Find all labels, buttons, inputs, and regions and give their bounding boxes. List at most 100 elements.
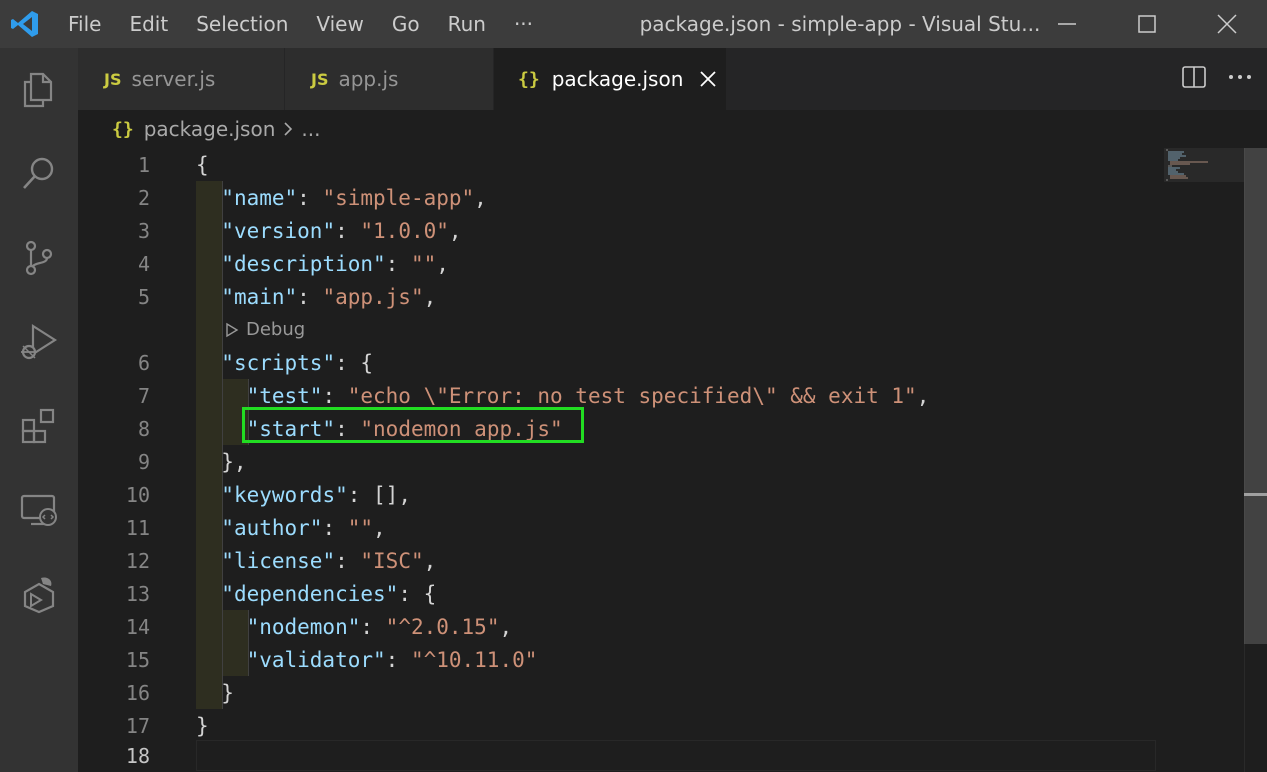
code-text: "description": "",	[221, 251, 449, 276]
minimap[interactable]	[1164, 148, 1244, 182]
code-text: "main": "app.js",	[221, 284, 437, 309]
activity-explorer[interactable]	[0, 48, 78, 132]
js-file-icon: JS	[104, 69, 122, 89]
code-line: 3 "version": "1.0.0",	[78, 214, 1158, 247]
line-number: 7	[137, 383, 150, 408]
line-number: 5	[137, 284, 150, 309]
line-number: 8	[137, 416, 150, 441]
line-number: 13	[125, 581, 150, 606]
code-text: "keywords": [],	[221, 482, 411, 507]
code-text: }	[196, 680, 234, 705]
scrollbar-thumb[interactable]	[1244, 148, 1267, 644]
line-number: 14	[125, 614, 150, 639]
maximize-icon	[1138, 15, 1156, 33]
breadcrumb-file[interactable]: package.json	[144, 117, 276, 141]
run-debug-icon	[21, 323, 58, 360]
tab-app-js[interactable]: JS app.js	[285, 48, 493, 110]
breadcrumb: {} package.json ...	[78, 110, 1267, 148]
minimize-button[interactable]	[1027, 0, 1107, 48]
code-line: 18	[78, 739, 1158, 772]
line-number: 3	[137, 218, 150, 243]
maximize-button[interactable]	[1107, 0, 1187, 48]
code-line: 2 "name": "simple-app",	[78, 181, 1158, 214]
code-line: 16 }	[78, 676, 1158, 709]
more-icon	[1229, 75, 1251, 79]
line-number: 9	[137, 449, 150, 474]
activity-remote-explorer[interactable]	[0, 468, 78, 552]
window-title: package.json - simple-app - Visual Stu..…	[639, 12, 1041, 36]
menu-run[interactable]: Run	[434, 0, 500, 48]
debug-codelens[interactable]: Debug	[224, 313, 305, 346]
play-outline-icon	[226, 322, 239, 337]
menu-file[interactable]: File	[54, 0, 115, 48]
code-text: "version": "1.0.0",	[221, 218, 462, 243]
highlight-annotation-box	[242, 407, 584, 443]
menu-edit[interactable]: Edit	[115, 0, 182, 48]
json-file-icon: {}	[518, 68, 540, 90]
tab-server-js[interactable]: JS server.js	[78, 48, 284, 110]
tab-label: package.json	[551, 67, 684, 91]
code-line: 8 "start": "nodemon app.js"	[78, 412, 1158, 445]
close-window-button[interactable]	[1187, 0, 1267, 48]
line-number: 10	[125, 482, 150, 507]
code-text: "nodemon": "^2.0.15",	[246, 614, 513, 639]
code-text: },	[196, 449, 247, 474]
code-editor[interactable]: 1 { 2 "name": "simple-app", 3 "version":…	[78, 148, 1267, 772]
explorer-icon	[23, 72, 53, 108]
activity-extensions[interactable]	[0, 384, 78, 468]
code-text: "author": "",	[221, 515, 386, 540]
code-line: 12 "license": "ISC",	[78, 544, 1158, 577]
chevron-right-icon	[283, 121, 293, 137]
tab-label: app.js	[338, 67, 399, 91]
code-line: 6 "scripts": {	[78, 346, 1158, 379]
code-line: 7 "test": "echo \"Error: no test specifi…	[78, 379, 1158, 412]
code-text: {	[196, 152, 209, 177]
scrollbar-cursor-marker	[1244, 493, 1267, 496]
search-icon	[23, 157, 54, 189]
close-icon	[700, 71, 717, 87]
json-file-icon: {}	[112, 118, 134, 140]
split-editor-button[interactable]	[1181, 65, 1207, 93]
source-control-icon	[25, 240, 53, 276]
line-number: 11	[125, 515, 150, 540]
codelens-label: Debug	[246, 319, 306, 340]
activity-bar	[0, 48, 78, 772]
code-line: 13 "dependencies": {	[78, 577, 1158, 610]
tab-package-json[interactable]: {} package.json	[494, 48, 726, 110]
menu-selection[interactable]: Selection	[182, 0, 302, 48]
menu-more[interactable]: ···	[500, 0, 547, 48]
activity-search[interactable]	[0, 132, 78, 216]
code-line: 9 },	[78, 445, 1158, 478]
code-text: "test": "echo \"Error: no test specified…	[246, 383, 930, 408]
tab-bar: JS server.js JS app.js {} package.json	[78, 48, 1267, 110]
code-line: 17 }	[78, 709, 1158, 742]
extensions-icon	[21, 408, 55, 444]
editor-actions	[1181, 48, 1253, 110]
more-actions-button[interactable]	[1227, 65, 1253, 93]
line-number: 12	[125, 548, 150, 573]
menu-view[interactable]: View	[302, 0, 377, 48]
code-text: }	[196, 713, 209, 738]
minimize-icon	[1058, 23, 1076, 25]
breadcrumb-more[interactable]: ...	[301, 117, 320, 141]
tab-close-button[interactable]	[699, 70, 717, 88]
code-line: 1 {	[78, 148, 1158, 181]
line-number: 18	[125, 743, 150, 768]
activity-docker[interactable]	[0, 552, 78, 636]
line-number: 1	[137, 152, 150, 177]
line-number: 15	[125, 647, 150, 672]
code-text: "dependencies": {	[221, 581, 437, 606]
vscode-logo-icon	[0, 0, 50, 48]
window-controls	[1027, 0, 1267, 48]
activity-run-debug[interactable]	[0, 300, 78, 384]
code-text: "name": "simple-app",	[221, 185, 487, 210]
activity-source-control[interactable]	[0, 216, 78, 300]
line-number: 17	[125, 713, 150, 738]
code-text: "validator": "^10.11.0"	[246, 647, 538, 672]
line-number: 4	[137, 251, 150, 276]
js-file-icon: JS	[311, 69, 329, 89]
menu-go[interactable]: Go	[378, 0, 434, 48]
remote-explorer-icon	[20, 494, 57, 526]
code-line: 14 "nodemon": "^2.0.15",	[78, 610, 1158, 643]
code-line: 4 "description": "",	[78, 247, 1158, 280]
